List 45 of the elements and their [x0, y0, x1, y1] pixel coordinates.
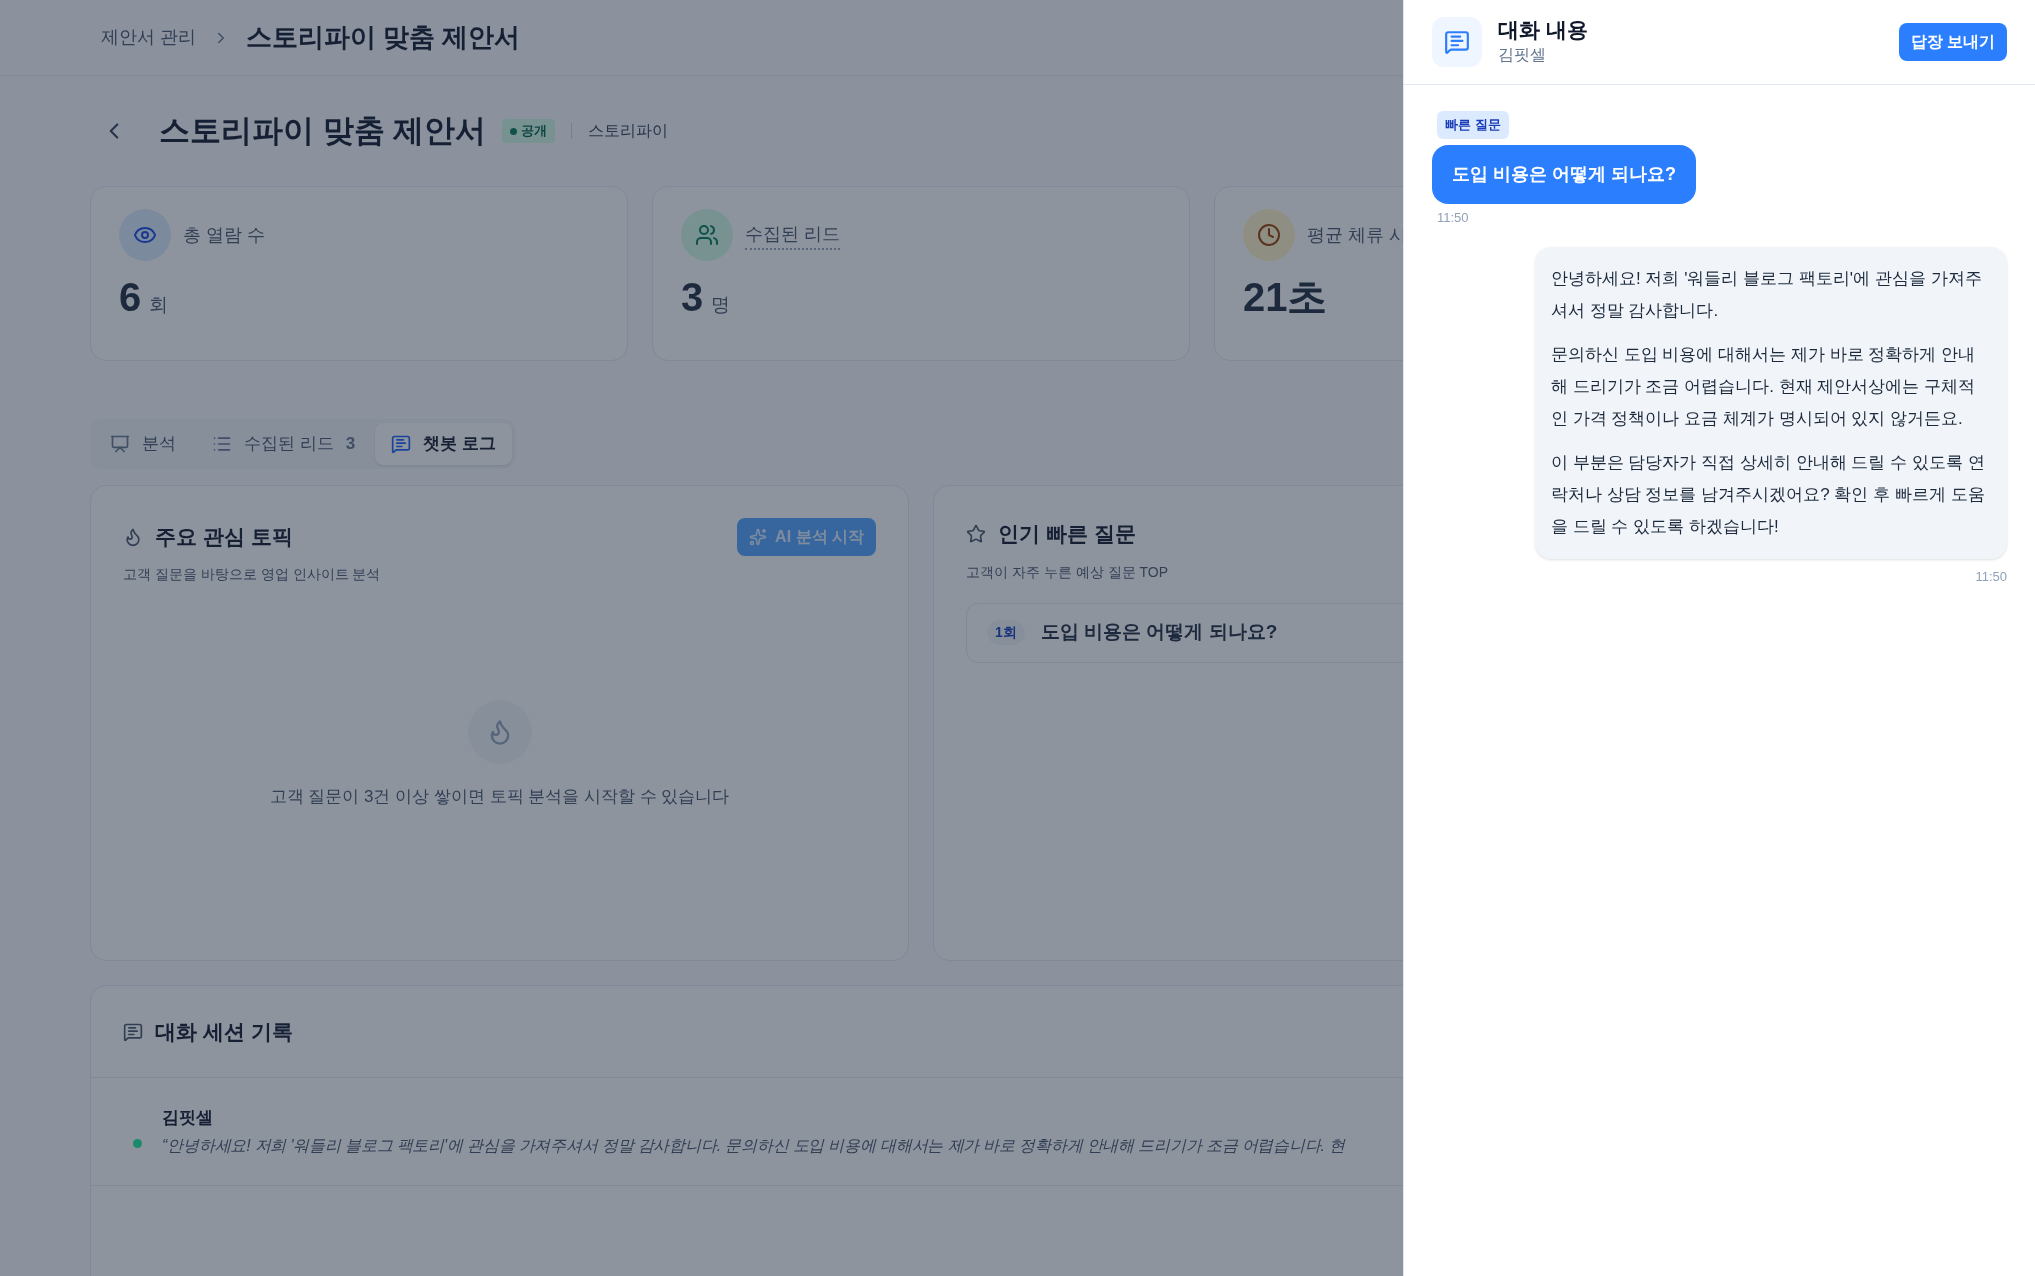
eye-icon [119, 209, 171, 261]
breadcrumb-link[interactable]: 제안서 관리 [101, 24, 196, 51]
status-badge: 공개 [502, 119, 556, 143]
card-subtitle: 고객이 자주 누른 예상 질문 TOP [966, 562, 1169, 582]
client-name: 스토리파이 [588, 121, 669, 141]
card-title: 주요 관심 토픽 [155, 524, 293, 551]
stat-label: 총 열람 수 [183, 223, 265, 247]
bot-message: 안녕하세요! 저희 '워들리 블로그 팩토리'에 관심을 가져주셔서 정말 감사합니다. 문의하신 도입 비용에 대해서는 제가 바로 정확하게 안내해 드리기가 조금 어렵습니다. 현재 제안서상에는 구체적인 가격 정책이나 요금 체계가 명시되어 있지 않거든요. 이 부분은 담당자가 직접 상세히 안내해 드릴 수 있도록 연락처나 상담 정보를 남겨주시겠어요? 확인 후 빠르게 도움을 드릴 수 있도록 하겠습니다! [1535, 247, 2007, 559]
people-icon [681, 209, 733, 261]
stat-unit: 회 [149, 293, 169, 317]
chat-icon [123, 1021, 143, 1042]
list-icon [212, 434, 232, 454]
breadcrumb-current: 스토리파이 맞춤 제안서 [246, 21, 521, 54]
quick-question-tag: 빠른 질문 [1437, 111, 1509, 139]
panel-title: 대화 내용 [1498, 16, 1588, 43]
page-title: 스토리파이 맞춤 제안서 [159, 111, 487, 150]
user-message: 도입 비용은 어떻게 되나요? [1432, 144, 1696, 204]
session-preview: “안녕하세요! 저희 '워들리 블로그 팩토리'에 관심을 가져주셔서 정말 감사합니다. 문의하신 도입 비용에 대해서는 제가 바로 정확하게 안내해 드리기가 조금 어렵습니다. 현 [162, 1136, 1345, 1157]
sparkle-icon [749, 528, 768, 546]
card-title: 대화 세션 기록 [155, 1018, 293, 1045]
stat-label: 평균 체류 시 [1307, 223, 1403, 247]
stat-value: 21초 [1243, 277, 1328, 317]
chat-icon [391, 434, 412, 454]
presentation-icon [110, 434, 130, 454]
question-text: 도입 비용은 어떻게 되나요? [1040, 620, 1278, 645]
session-name: 김핏셀 [162, 1106, 214, 1129]
tab[interactable]: 수집된 리드 3 [196, 423, 372, 465]
tab[interactable]: 챗봇 로그 [375, 423, 512, 465]
empty-message: 고객 질문이 3건 이상 쌓이면 토픽 분석을 시작할 수 있습니다 [269, 786, 730, 808]
tab[interactable]: 분석 [94, 423, 192, 465]
message-time: 11:50 [1437, 208, 1469, 227]
stat-label: 수집된 리드 [745, 220, 840, 250]
card-title: 인기 빠른 질문 [998, 521, 1136, 547]
panel-subtitle: 김핏셀 [1498, 45, 1547, 66]
message-time: 11:50 [1975, 568, 2007, 586]
reply-button[interactable]: 답장 보내기 [1898, 23, 2007, 61]
stat-value: 6 [119, 277, 142, 317]
clock-icon [1243, 209, 1295, 261]
card-subtitle: 고객 질문을 바탕으로 영업 인사이트 분석 [123, 565, 382, 584]
flame-icon [123, 527, 143, 547]
star-icon [966, 523, 986, 544]
chat-icon [1432, 17, 1482, 67]
stat-value: 3 [681, 277, 704, 317]
stat-unit: 명 [711, 293, 731, 317]
count-badge: 1회 [987, 620, 1025, 645]
